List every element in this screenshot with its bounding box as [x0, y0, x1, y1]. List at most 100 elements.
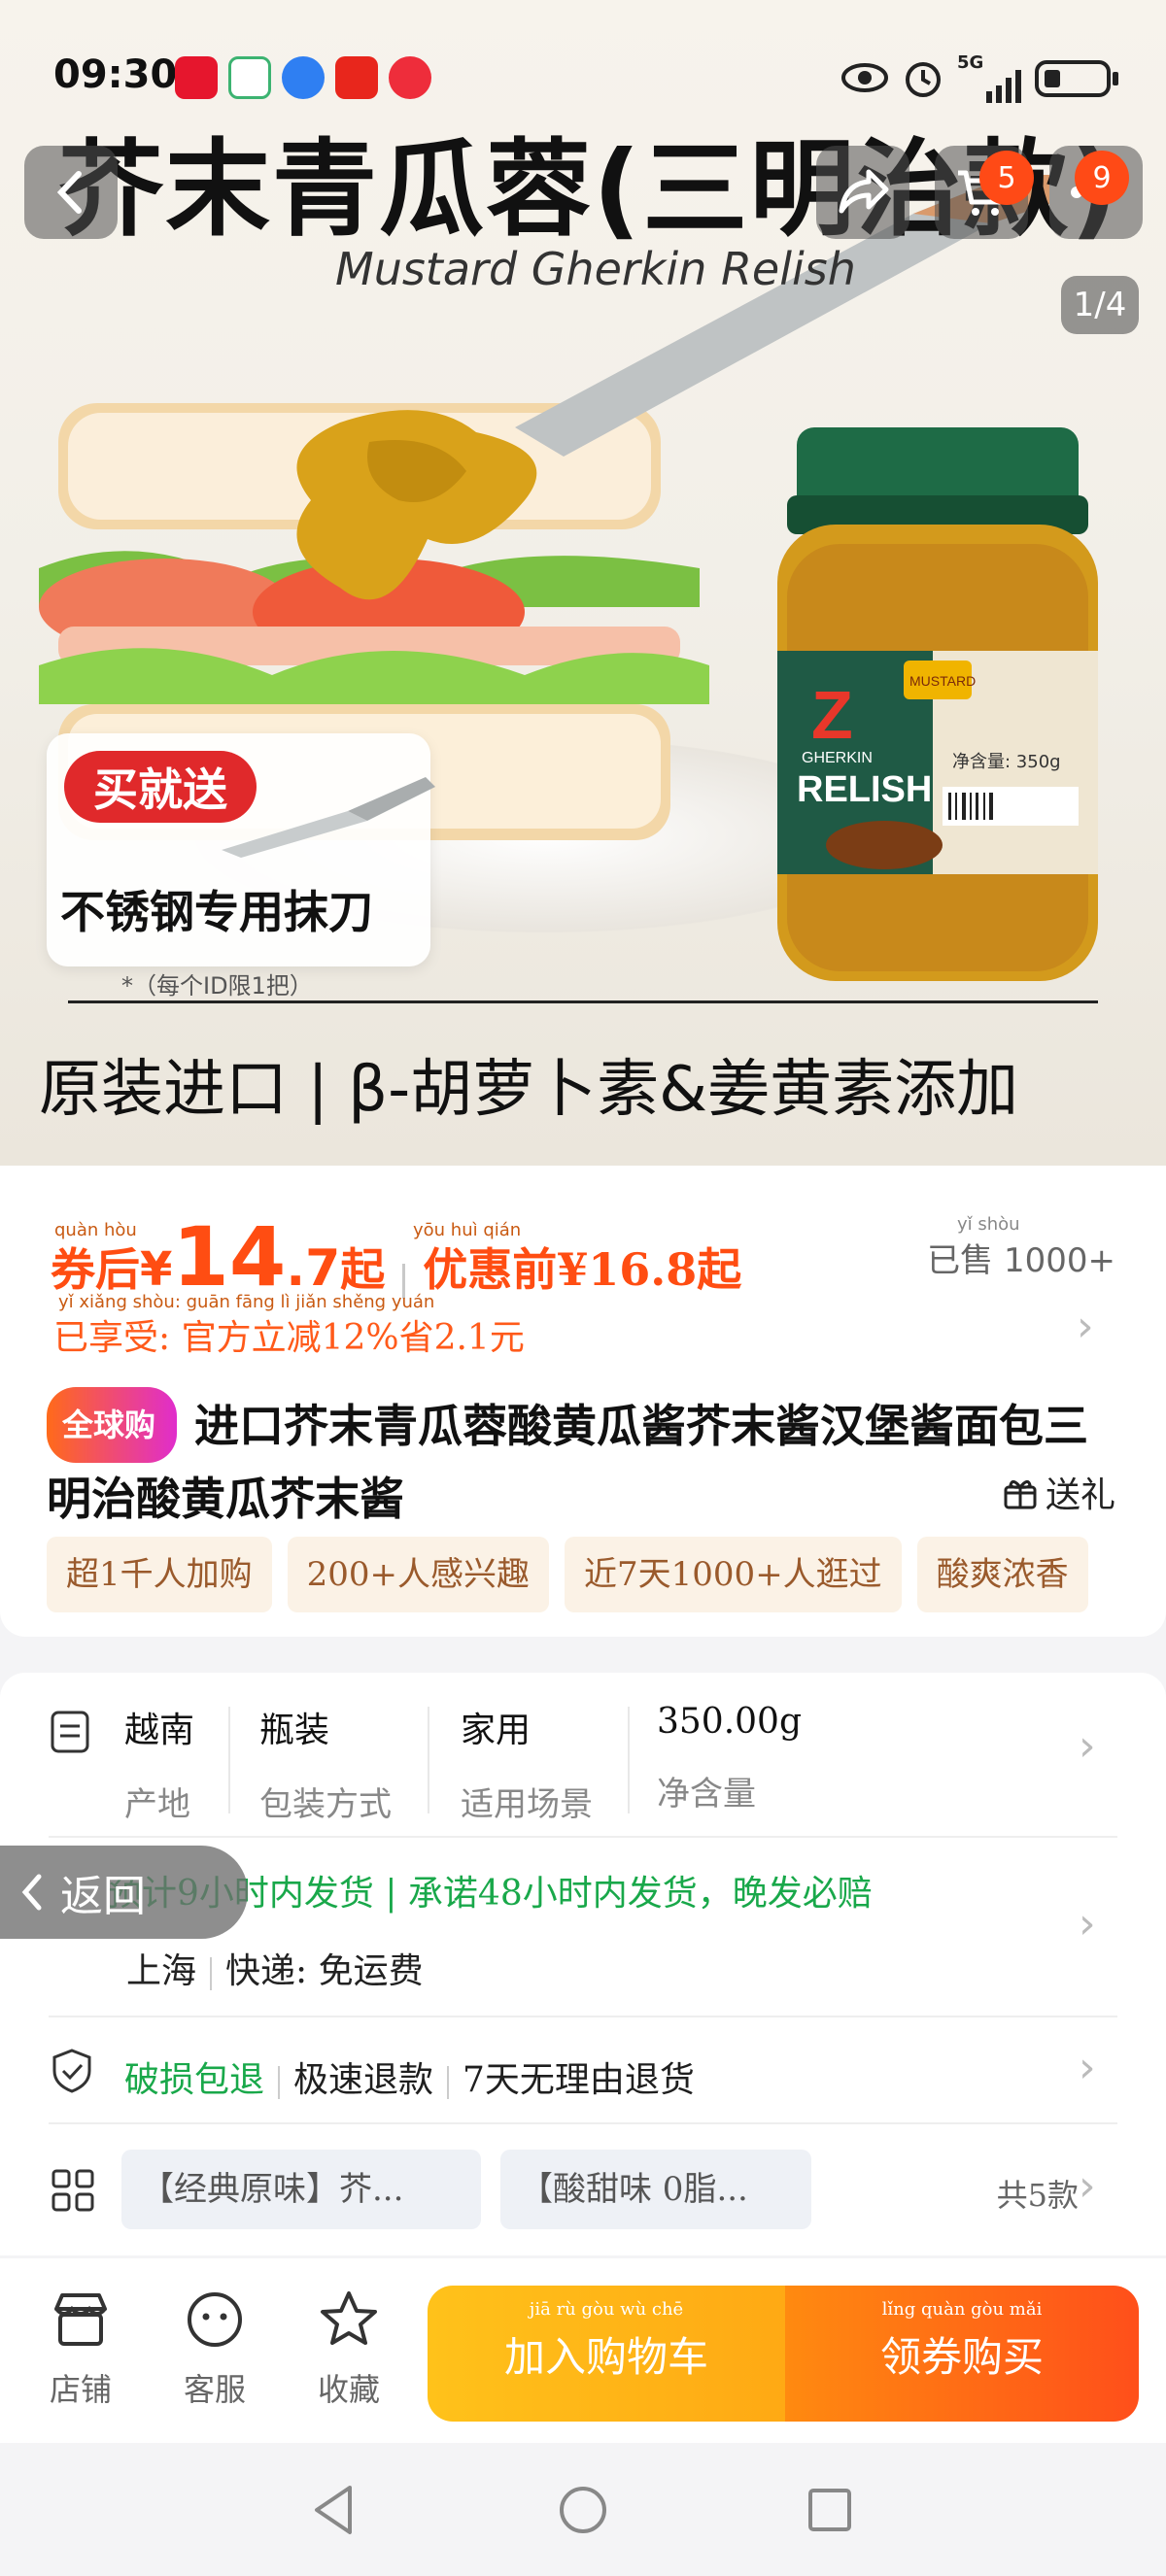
attr-scene-value: 家用 — [461, 1711, 532, 1750]
bottom-action-bar: 店铺 客服 收藏 jiā rù gòu wù chē 加入购物车 lǐng qu… — [0, 2258, 1166, 2443]
shield-icon — [52, 2049, 91, 2093]
pre-suffix: 起 — [697, 1243, 742, 1296]
coupon-label: 券后 — [51, 1243, 140, 1296]
attr-net-value: 350.00g — [657, 1702, 803, 1742]
tag-list: 超1千人加购 200+人感兴趣 近7天1000+人逛过 酸爽浓香 — [47, 1537, 1166, 1612]
coupon-buy-button[interactable]: lǐng quàn gòu mǎi 领券购买 — [785, 2286, 1139, 2422]
favorite-button[interactable]: 收藏 — [295, 2288, 402, 2410]
nav-recents-icon[interactable] — [806, 2487, 853, 2533]
global-purchase-badge: 全球购 — [47, 1387, 178, 1463]
price-line: 券后¥14.7起 优惠前¥16.8起 — [51, 1209, 741, 1305]
gift-label: 送礼 — [1045, 1475, 1115, 1515]
clipboard-icon — [51, 1711, 89, 1753]
gift-icon — [1004, 1480, 1037, 1509]
ship-location: 上海 — [126, 1951, 197, 1991]
attr-origin-value: 越南 — [124, 1711, 195, 1750]
divider — [628, 1707, 630, 1813]
add-to-cart-label: 加入购物车 — [503, 2332, 708, 2381]
attributes-row[interactable]: 越南 产地 瓶装 包装方式 家用 适用场景 350.00g 净含量 › — [49, 1702, 1117, 1824]
pre-price: ¥16.8 — [557, 1243, 698, 1296]
hero-bottom-text: 原装进口 | β-胡萝卜素&姜黄素添加 — [39, 1054, 1019, 1126]
product-title: 全球购 进口芥末青瓜蓉酸黄瓜酱芥末酱汉堡酱面包三明治酸黄瓜芥末酱 — [47, 1387, 1115, 1535]
guarantee-row[interactable]: 破损包退 极速退款 7天无理由退货 — [124, 2051, 695, 2102]
promo-card: 买就送 不锈钢专用抹刀 — [47, 733, 435, 966]
divider — [49, 1836, 1117, 1838]
nav-back-icon[interactable] — [309, 2484, 358, 2536]
spreader-knife-icon — [222, 777, 435, 858]
video-app-icon — [389, 56, 431, 99]
tag-item: 近7天1000+人逛过 — [565, 1537, 902, 1612]
hero-divider — [68, 1000, 1098, 1003]
browser-icon — [282, 56, 325, 99]
jar-small-text: GHERKIN — [802, 750, 873, 766]
shop-label: 店铺 — [49, 2371, 112, 2408]
cart-pinyin: jiā rù gòu wù chē — [529, 2299, 684, 2320]
buy-pinyin: lǐng quàn gòu mǎi — [881, 2299, 1043, 2320]
eye-icon — [841, 63, 888, 92]
battery-icon — [1035, 60, 1118, 97]
return-floating-button[interactable]: 返回 — [0, 1846, 248, 1939]
guarantee-item: 7天无理由退货 — [463, 2060, 695, 2100]
attr-origin-label: 产地 — [124, 1785, 190, 1824]
cart-count-badge: 5 — [979, 151, 1034, 205]
add-to-cart-button[interactable]: jiā rù gòu wù chē 加入购物车 — [428, 2286, 785, 2422]
back-button[interactable] — [24, 146, 118, 239]
share-button[interactable] — [816, 146, 909, 239]
attr-net-label: 净含量 — [657, 1775, 756, 1813]
nav-home-icon[interactable] — [557, 2484, 609, 2536]
hero-subtitle: Mustard Gherkin Relish — [335, 243, 856, 295]
divider — [49, 2016, 1117, 2017]
discount-info[interactable]: 已享受: 官方立减12%省2.1元 — [53, 1309, 525, 1360]
shop-button[interactable]: 店铺 — [27, 2288, 134, 2410]
sku-option[interactable]: 【酸甜味 0脂... — [500, 2150, 811, 2229]
sku-option[interactable]: 【经典原味】芥... — [121, 2150, 481, 2229]
divider — [49, 2122, 1117, 2124]
toutiao-icon — [335, 56, 378, 99]
jar-net-text: 净含量: 350g — [952, 752, 1061, 772]
system-nav-bar — [0, 2443, 1166, 2576]
divider — [228, 1707, 230, 1813]
jar-brand-text: RELISH — [797, 769, 932, 810]
jar-tag-text: MUSTARD — [909, 673, 976, 689]
sold-count: 已售 1000+ — [927, 1241, 1115, 1280]
share-icon — [839, 169, 889, 214]
service-button[interactable]: 客服 — [161, 2288, 268, 2410]
pre-label: 优惠前 — [423, 1243, 558, 1296]
status-bar: 09:30 5G — [0, 39, 1166, 117]
service-label: 客服 — [183, 2371, 246, 2408]
gift-button[interactable]: 送礼 — [1003, 1467, 1115, 1517]
guarantee-item: 极速退款 — [293, 2060, 434, 2100]
image-pager: 1/4 — [1061, 276, 1139, 334]
tag-item: 超1千人加购 — [47, 1537, 272, 1612]
price-dec: .7 — [286, 1239, 341, 1298]
tag-item: 200+人感兴趣 — [287, 1537, 550, 1612]
price-suffix: 起 — [340, 1243, 386, 1296]
star-icon — [321, 2291, 377, 2345]
favorite-label: 收藏 — [317, 2371, 380, 2408]
shipping-detail: 上海 快递: 免运费 — [126, 1943, 424, 1993]
promo-text: 不锈钢专用抹刀 — [60, 886, 373, 938]
grid-icon — [51, 2169, 94, 2212]
price-int: 14 — [172, 1209, 287, 1305]
sold-pinyin: yǐ shòu — [957, 1214, 1020, 1235]
signal-icon — [986, 70, 1021, 103]
status-time: 09:30 — [53, 52, 178, 97]
sku-count[interactable]: 共5款 — [997, 2171, 1079, 2216]
guarantee-item: 破损包退 — [124, 2060, 265, 2100]
alarm-icon — [906, 62, 941, 97]
chevron-right-icon: › — [1079, 1899, 1096, 1949]
relish-jar-image: Z GHERKIN RELISH MUSTARD 净含量: 350g — [777, 427, 1098, 981]
chevron-left-icon — [21, 1874, 42, 1911]
chevron-right-icon: › — [1079, 2043, 1096, 2092]
weibo-icon — [175, 56, 218, 99]
coupon-buy-label: 领券购买 — [879, 2332, 1044, 2381]
attr-scene-label: 适用场景 — [461, 1785, 593, 1824]
tag-item: 酸爽浓香 — [916, 1537, 1088, 1612]
chevron-right-icon: › — [1077, 1302, 1094, 1351]
promo-note: *（每个ID限1把） — [121, 972, 313, 1000]
customer-service-icon — [188, 2292, 242, 2347]
chevron-right-icon: › — [1079, 2161, 1096, 2211]
svg-text:Z: Z — [811, 677, 853, 753]
divider — [428, 1707, 429, 1813]
return-label: 返回 — [60, 1872, 146, 1921]
